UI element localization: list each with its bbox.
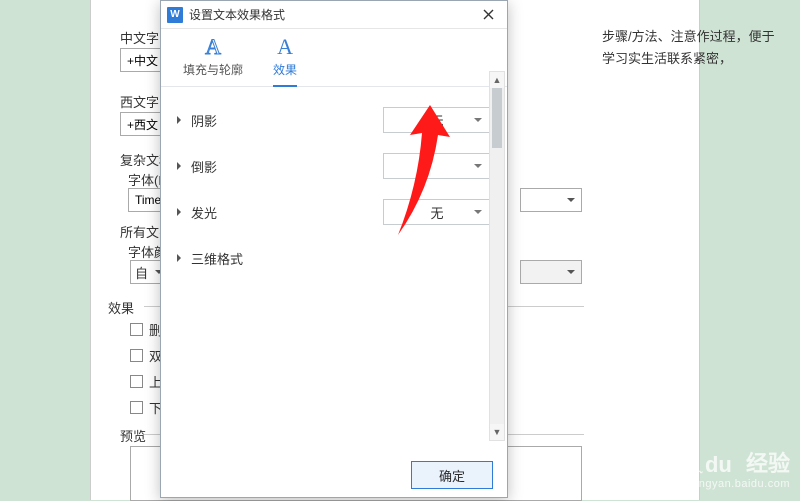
watermark: Bai෴du 经验 jingyan.baidu.com <box>651 446 790 490</box>
scroll-track[interactable] <box>490 88 504 424</box>
select-shadow[interactable]: 无 <box>383 107 491 133</box>
app-icon: W <box>167 7 183 23</box>
preview-legend: 预览 <box>120 426 146 445</box>
section-glow[interactable]: 发光 <box>177 203 287 222</box>
combo-right-2[interactable] <box>520 260 582 284</box>
ok-button[interactable]: 确定 <box>411 461 493 489</box>
chevron-right-icon <box>177 116 185 124</box>
dialog-body: 阴影 无 倒影 发光 无 三维格 <box>161 87 507 485</box>
select-glow[interactable]: 无 <box>383 199 491 225</box>
close-button[interactable] <box>475 4 501 26</box>
letter-a-effect-icon: A <box>277 37 293 57</box>
label-cn-font: 中文字 <box>120 28 159 47</box>
background-paragraph: 步骤/方法、注意作过程，便于学习实生活联系紧密， <box>602 26 782 70</box>
paw-icon: ෴ <box>690 461 701 478</box>
chevron-right-icon <box>177 254 185 262</box>
titlebar[interactable]: W 设置文本效果格式 <box>161 1 507 29</box>
scroll-up-button[interactable]: ▲ <box>490 72 504 88</box>
dialog-title: 设置文本效果格式 <box>189 6 475 23</box>
tab-bar: A 填充与轮廓 A 效果 <box>161 29 507 86</box>
scroll-thumb[interactable] <box>492 88 502 148</box>
select-reflection[interactable] <box>383 153 491 179</box>
combo-right-1[interactable] <box>520 188 582 212</box>
scroll-down-button[interactable]: ▼ <box>490 424 504 440</box>
tab-effects[interactable]: A 效果 <box>273 37 297 86</box>
letter-a-outline-icon: A <box>205 37 221 57</box>
text-effect-dialog: W 设置文本效果格式 A 填充与轮廓 A 效果 阴影 无 <box>160 0 508 498</box>
close-icon <box>483 9 494 20</box>
chevron-right-icon <box>177 162 185 170</box>
section-shadow[interactable]: 阴影 <box>177 111 287 130</box>
label-west-font: 西文字 <box>120 92 159 111</box>
tab-fill-outline[interactable]: A 填充与轮廓 <box>183 37 243 86</box>
section-reflection[interactable]: 倒影 <box>177 157 287 176</box>
chevron-right-icon <box>177 208 185 216</box>
section-3d[interactable]: 三维格式 <box>177 249 287 268</box>
scrollbar[interactable]: ▲ ▼ <box>489 71 505 441</box>
effects-legend: 效果 <box>108 301 134 316</box>
